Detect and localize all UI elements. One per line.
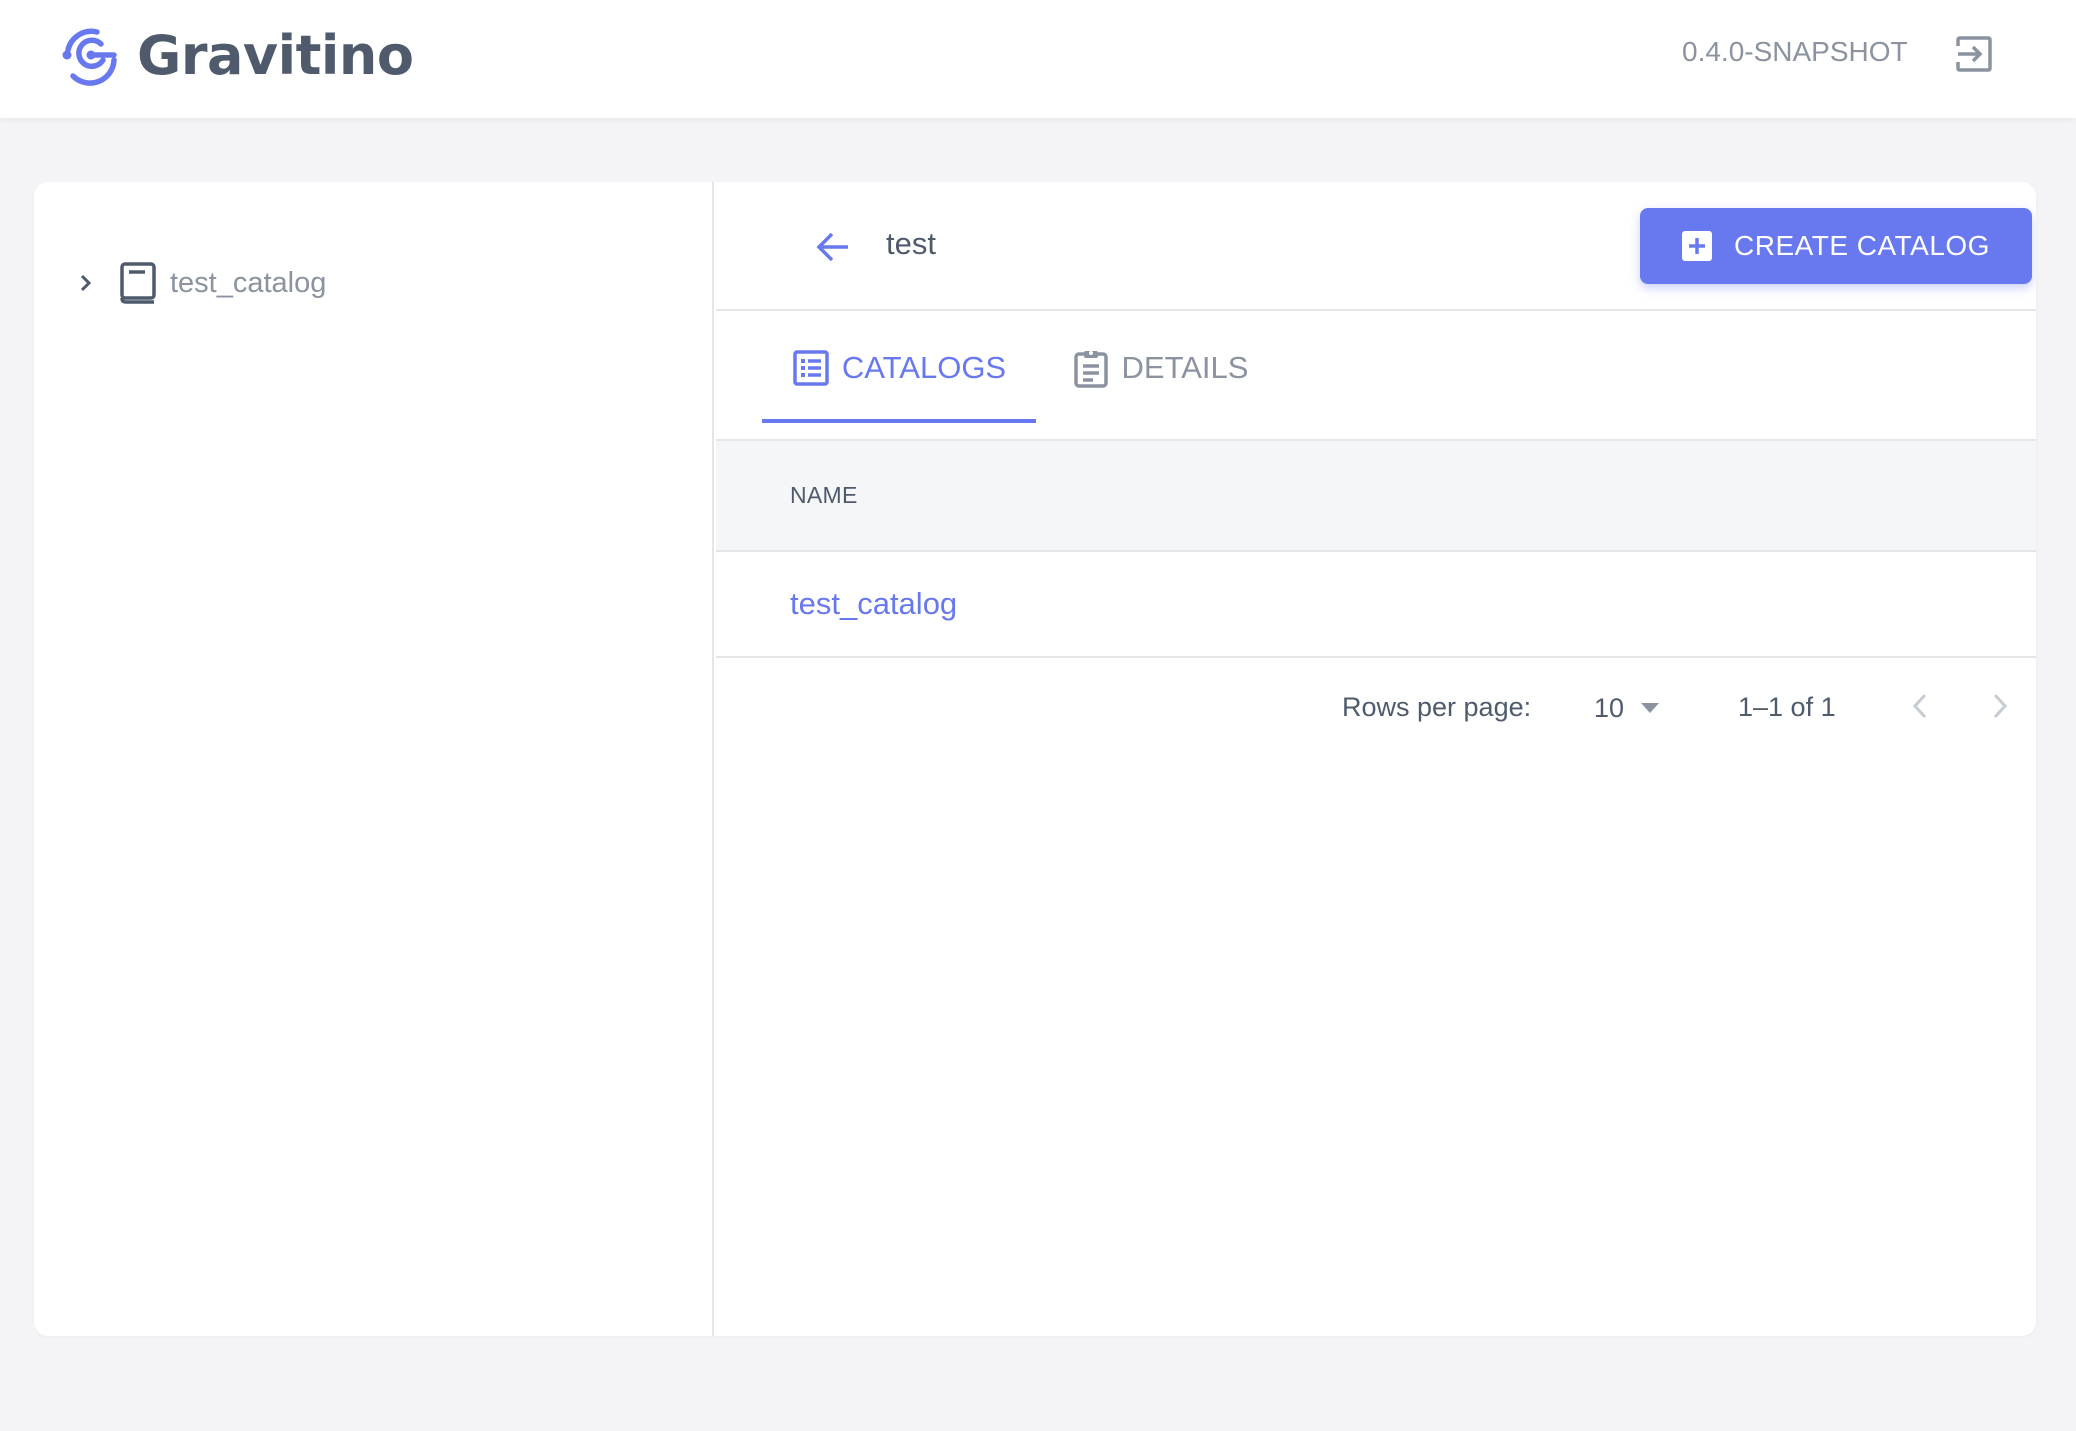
- tab-details-label: DETAILS: [1121, 350, 1249, 385]
- table-row: test_catalog: [716, 552, 2036, 658]
- previous-page-button[interactable]: [1898, 684, 1942, 728]
- chevron-left-icon: [1912, 693, 1927, 719]
- table-header: NAME: [716, 441, 2036, 552]
- catalogs-table: NAME test_catalog: [716, 441, 2036, 658]
- create-catalog-label: CREATE CATALOG: [1734, 230, 1990, 261]
- metalake-title: test: [886, 226, 936, 261]
- tab-catalogs-label: CATALOGS: [841, 350, 1007, 385]
- main-panel: test CREATE CATALOG CATALOGS DETAILS NAM…: [716, 182, 2036, 1336]
- tab-details[interactable]: DETAILS: [1050, 313, 1270, 423]
- pagination-range: 1–1 of 1: [1738, 692, 1836, 722]
- logo[interactable]: Gravitino: [57, 22, 414, 88]
- arrow-left-icon: [816, 232, 848, 262]
- logout-button[interactable]: [1950, 30, 1998, 78]
- gravitino-logo-icon: [62, 28, 117, 86]
- content-card: test_catalog test CREATE CATALOG CATALOG…: [34, 182, 2036, 1336]
- version-label: 0.4.0-SNAPSHOT: [1682, 36, 1908, 67]
- metalake-header: test CREATE CATALOG: [716, 182, 2036, 311]
- back-button[interactable]: [810, 224, 856, 270]
- create-catalog-button[interactable]: CREATE CATALOG: [1640, 208, 2032, 284]
- catalog-name-link[interactable]: test_catalog: [790, 586, 957, 622]
- chevron-right-icon[interactable]: [74, 271, 98, 295]
- rows-per-page-label: Rows per page:: [1342, 692, 1532, 722]
- rows-per-page-select[interactable]: 10: [1594, 686, 1660, 730]
- active-tab-indicator: [762, 419, 1036, 423]
- app-name: Gravitino: [137, 23, 414, 87]
- logout-icon: [1956, 36, 1992, 72]
- tab-catalogs[interactable]: CATALOGS: [762, 313, 1036, 423]
- plus-box-icon: [1682, 231, 1713, 261]
- list-icon: [793, 350, 829, 386]
- tree-item-label: test_catalog: [170, 266, 327, 299]
- app-header: Gravitino 0.4.0-SNAPSHOT: [0, 0, 2076, 118]
- chevron-right-icon: [1993, 693, 2008, 719]
- caret-down-icon: [1641, 703, 1660, 713]
- book-icon: [120, 262, 156, 304]
- rows-per-page-value: 10: [1594, 692, 1625, 723]
- tabs: CATALOGS DETAILS: [716, 313, 2036, 441]
- tree-item-test-catalog[interactable]: test_catalog: [74, 258, 326, 308]
- next-page-button[interactable]: [1978, 684, 2022, 728]
- column-header-name[interactable]: NAME: [790, 482, 858, 509]
- catalog-tree-sidebar: test_catalog: [34, 182, 714, 1336]
- clipboard-icon: [1073, 351, 1108, 388]
- table-pagination: Rows per page: 10 1–1 of 1: [716, 664, 2036, 754]
